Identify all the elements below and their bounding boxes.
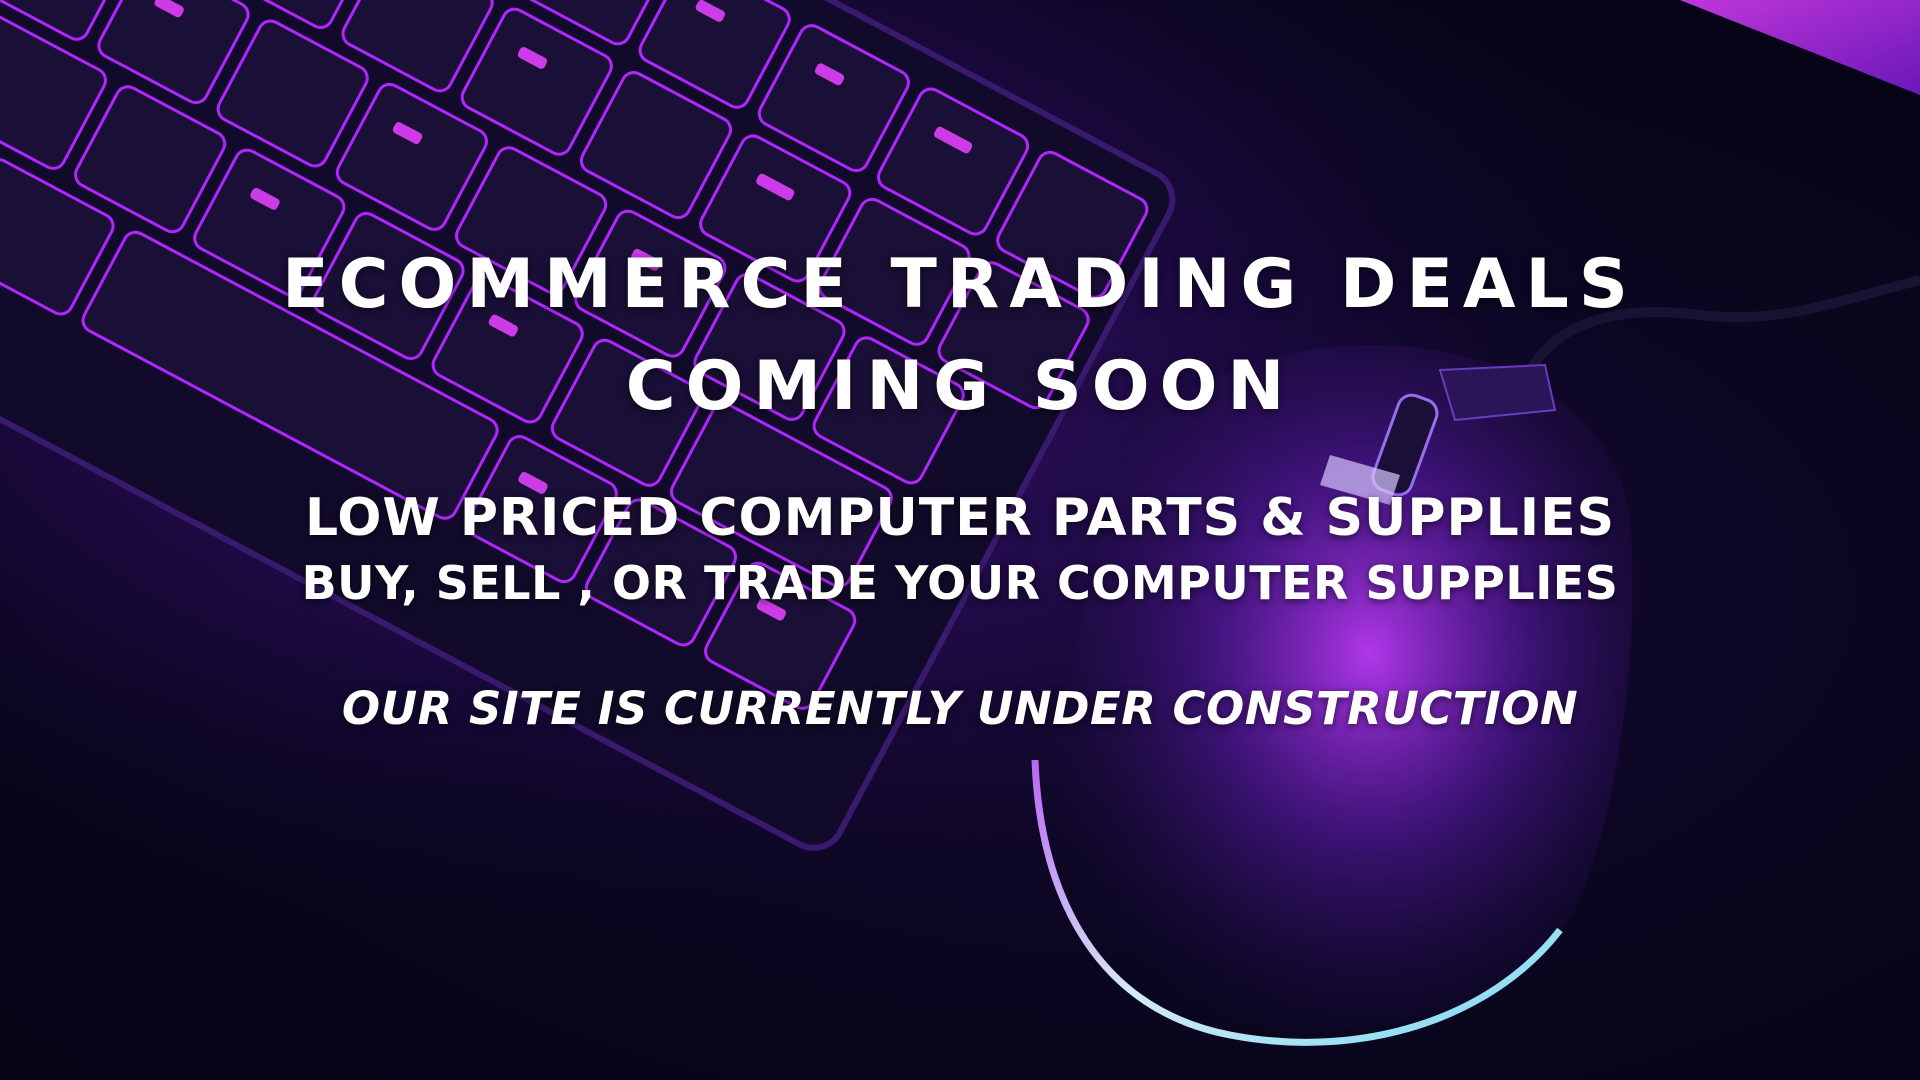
coming-soon-page: ECOMMERCE TRADING DEALS COMING SOON LOW …: [0, 0, 1920, 1080]
subheading-line-2: BUY, SELL , OR TRADE YOUR COMPUTER SUPPL…: [301, 556, 1619, 610]
subheading-line-1: LOW PRICED COMPUTER PARTS & SUPPLIES: [304, 488, 1616, 548]
hero-text: ECOMMERCE TRADING DEALS COMING SOON LOW …: [0, 0, 1920, 1080]
headline-line-1: ECOMMERCE TRADING DEALS: [282, 245, 1638, 324]
construction-notice: OUR SITE IS CURRENTLY UNDER CONSTRUCTION: [341, 682, 1579, 735]
headline-line-2: COMING SOON: [625, 347, 1295, 426]
